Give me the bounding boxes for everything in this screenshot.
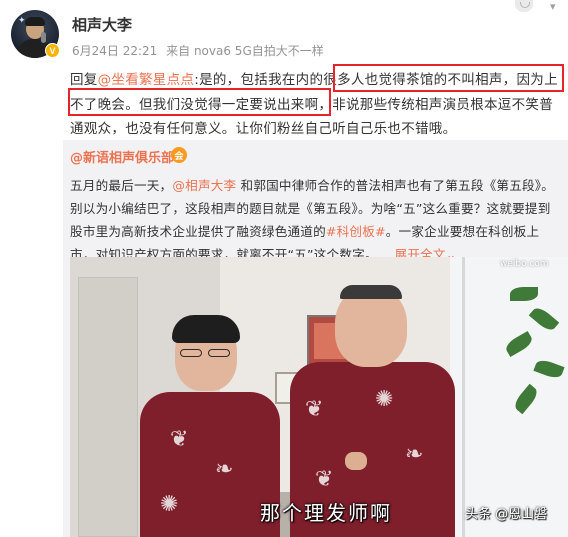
more-options-icon[interactable]: ▾: [550, 1, 564, 12]
post-username[interactable]: 相声大李: [72, 14, 132, 35]
member-badge-icon: 会: [171, 147, 187, 163]
follow-icon[interactable]: [515, 0, 533, 12]
repost-mention-link[interactable]: @相声大李: [172, 178, 236, 193]
verified-badge-icon: V: [45, 43, 60, 58]
repost-card[interactable]: @新语相声俱乐部 会 五月的最后一天，@相声大李 和郭国中律师合作的普法相声也有…: [63, 140, 568, 537]
post-date: 6月24日 22:21: [72, 44, 158, 58]
plant-icon: [500, 277, 568, 437]
background-door: [78, 277, 138, 537]
reply-text: 回复@坐看繁星点点:是的，包括我在内的很多人也觉得茶馆的不叫相声，因为上不了晚会…: [70, 68, 562, 142]
post-meta: 6月24日 22:21 来自 nova6 5G自拍大不一样: [72, 42, 324, 59]
repost-author[interactable]: @新语相声俱乐部: [70, 147, 174, 166]
hashtag-link[interactable]: #科创板#: [326, 224, 386, 239]
weibo-post: ✦ V 相声大李 6月24日 22:21 来自 nova6 5G自拍大不一样 ▾…: [0, 0, 568, 537]
repost-text-part: 五月的最后一天，: [70, 178, 173, 193]
repost-text: 五月的最后一天，@相声大李 和郭国中律师合作的普法相声也有了第五段《第五段》。别…: [70, 174, 562, 266]
reply-mention-link[interactable]: @坐看繁星点点: [98, 72, 195, 88]
video-watermark: 头条 @恩山磐: [465, 507, 548, 522]
video-frame[interactable]: ❦ ❧ ✺ ❦ ✺ ❧ ❦ weibo.com 那个理发师啊 头条 @恩山磐: [70, 257, 568, 537]
video-subtitle: 那个理发师啊: [260, 501, 392, 525]
reply-prefix: 回复: [70, 72, 98, 88]
post-source: 来自 nova6 5G自拍大不一样: [166, 44, 324, 58]
video-corner-logo: weibo.com: [500, 259, 549, 269]
